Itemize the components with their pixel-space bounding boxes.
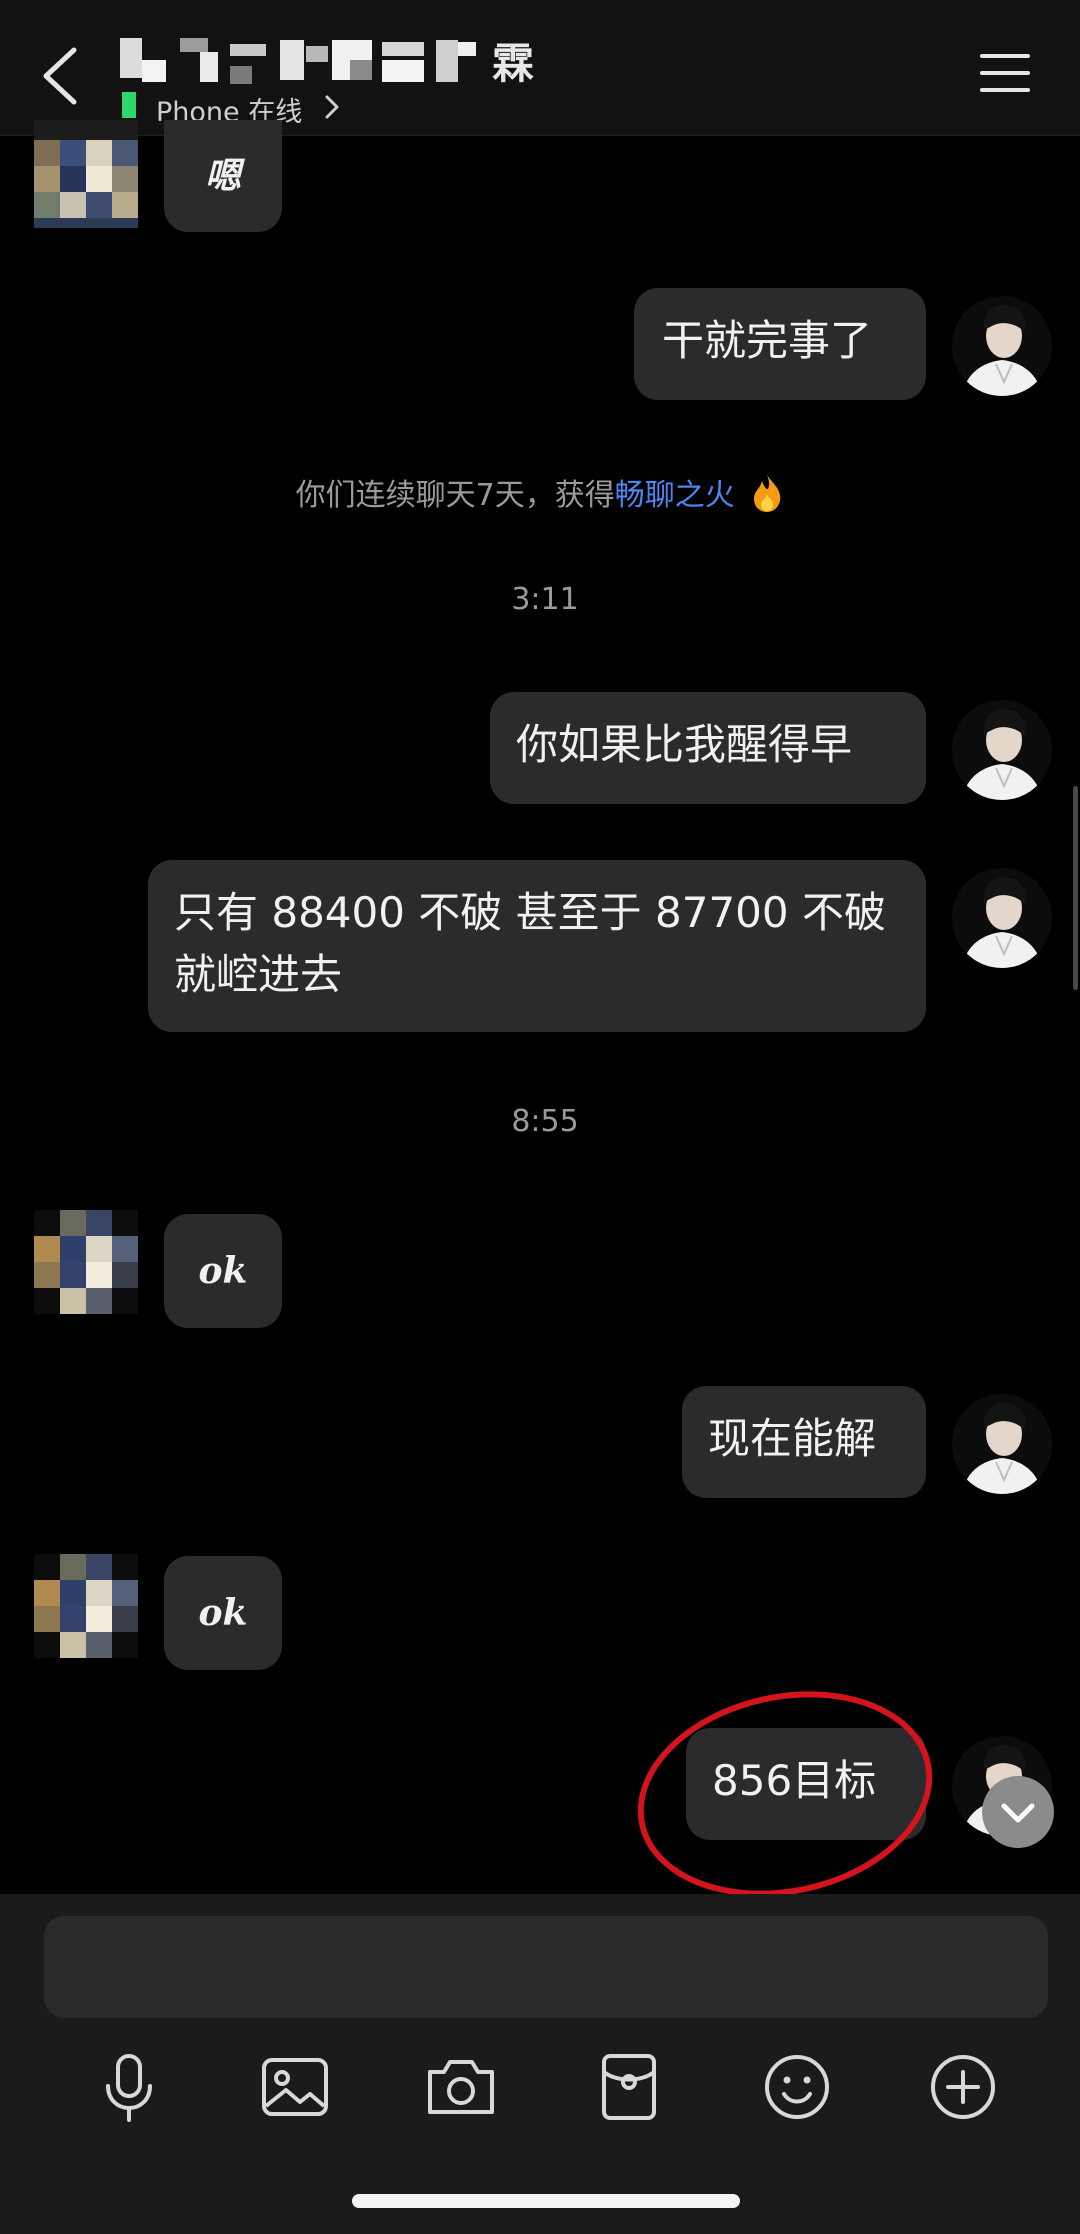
user-avatar[interactable] <box>952 1394 1052 1494</box>
message-bubble[interactable]: 嗯 <box>164 120 282 232</box>
message-bubble[interactable]: 你如果比我醒得早 <box>490 692 926 804</box>
chat-header: 霖 Phone 在线 <box>0 0 1080 136</box>
user-avatar[interactable] <box>952 296 1052 396</box>
contact-avatar[interactable] <box>34 120 138 228</box>
message-bubble[interactable]: ok <box>164 1556 282 1670</box>
streak-notice: 你们连续聊天7天，获得畅聊之火 <box>0 470 1080 514</box>
image-icon[interactable] <box>258 2050 332 2124</box>
message-input[interactable] <box>44 1916 1048 2018</box>
online-indicator <box>122 92 136 118</box>
timestamp: 8:55 <box>511 1104 579 1139</box>
chevron-right-icon[interactable] <box>322 94 342 120</box>
microphone-icon[interactable] <box>92 2050 166 2124</box>
input-panel <box>0 1894 1080 2234</box>
contact-name-suffix: 霖 <box>492 39 537 88</box>
user-avatar[interactable] <box>952 700 1052 800</box>
highlight-annotation-circle <box>618 1665 952 1923</box>
back-icon[interactable] <box>38 44 82 108</box>
hamburger-menu-icon[interactable] <box>980 52 1030 94</box>
timestamp: 3:11 <box>511 582 579 617</box>
streak-notice-text: 你们连续聊天7天，获得 <box>295 478 615 513</box>
scrollbar[interactable] <box>1073 786 1078 990</box>
contact-avatar[interactable] <box>34 1554 138 1658</box>
user-avatar[interactable] <box>952 868 1052 968</box>
home-indicator[interactable] <box>352 2194 740 2208</box>
red-packet-icon[interactable] <box>592 2050 666 2124</box>
message-bubble[interactable]: 干就完事了 <box>634 288 926 400</box>
message-bubble[interactable]: 现在能解 <box>682 1386 926 1498</box>
contact-avatar[interactable] <box>34 1210 138 1314</box>
fire-icon <box>754 475 781 512</box>
streak-badge-link[interactable]: 畅聊之火 <box>615 478 735 513</box>
message-bubble[interactable]: ok <box>164 1214 282 1328</box>
message-bubble[interactable]: 只有 88400 不破 甚至于 87700 不破 就崆进去 <box>148 860 926 1032</box>
chevron-down-icon[interactable] <box>980 1774 1056 1850</box>
contact-name-blurred <box>120 38 476 84</box>
emoji-icon[interactable] <box>760 2050 834 2124</box>
plus-circle-icon[interactable] <box>926 2050 1000 2124</box>
camera-icon[interactable] <box>424 2050 498 2124</box>
